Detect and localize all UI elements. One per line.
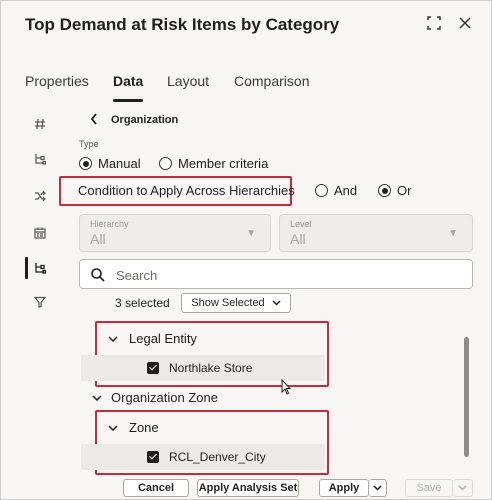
radio-member-criteria-indicator[interactable] [159, 157, 172, 170]
close-icon[interactable] [455, 13, 475, 33]
radio-manual[interactable]: Manual [79, 156, 141, 171]
chevron-down-icon[interactable] [91, 394, 103, 401]
search-input[interactable] [116, 266, 456, 284]
tab-layout[interactable]: Layout [167, 73, 209, 89]
tree-leaf-rcl-denver-city[interactable]: RCL_Denver_City [81, 444, 325, 470]
radio-and-indicator[interactable] [315, 184, 328, 197]
radio-or[interactable]: Or [378, 183, 411, 198]
hierarchy-select-label: Hierarchy [90, 219, 129, 229]
dialog-title: Top Demand at Risk Items by Category [25, 15, 340, 34]
hierarchy-select[interactable]: Hierarchy All ▼ [79, 214, 271, 252]
tree-node-organization-zone[interactable]: Organization Zone [91, 390, 218, 405]
chevron-down-icon [373, 485, 382, 491]
tab-properties[interactable]: Properties [25, 73, 89, 89]
active-tab-indicator [113, 99, 143, 102]
northlake-store-label: Northlake Store [169, 361, 253, 375]
northlake-store-checkbox[interactable] [147, 362, 159, 374]
hierarchy-select-value: All [90, 231, 106, 247]
apply-analysis-set-button[interactable]: Apply Analysis Set [197, 479, 299, 497]
radio-or-label: Or [397, 183, 412, 198]
measures-icon[interactable] [31, 115, 49, 133]
type-label: Type [79, 139, 99, 149]
rail-active-indicator [25, 257, 28, 279]
tree-node-zone[interactable]: Zone [107, 420, 159, 435]
calendar-icon[interactable] [31, 224, 49, 242]
level-select-value: All [290, 231, 306, 247]
radio-and[interactable]: And [315, 183, 357, 198]
hierarchy-icon[interactable] [31, 150, 49, 168]
tree-node-legal-entity-label: Legal Entity [129, 331, 197, 346]
dialog-header: Top Demand at Risk Items by Category [1, 1, 491, 51]
radio-member-criteria[interactable]: Member criteria [159, 156, 268, 171]
radio-manual-indicator[interactable] [79, 157, 92, 170]
show-selected-label: Show Selected [191, 297, 265, 309]
condition-label-text: Condition to Apply Across Hierarchies [78, 183, 295, 198]
save-dropdown-button[interactable] [453, 479, 473, 497]
apply-dropdown-button[interactable] [369, 479, 387, 497]
save-button[interactable]: Save [405, 479, 453, 497]
tab-comparison[interactable]: Comparison [234, 73, 309, 89]
apply-button[interactable]: Apply [319, 479, 369, 497]
shuffle-icon[interactable] [31, 187, 49, 205]
rcl-denver-city-label: RCL_Denver_City [169, 450, 266, 464]
tree-leaf-northlake-store[interactable]: Northlake Store [81, 355, 325, 381]
selected-count: 3 selected [115, 296, 170, 310]
back-chevron-icon[interactable] [89, 112, 103, 128]
level-select[interactable]: Level All ▼ [279, 214, 473, 252]
chevron-down-icon[interactable] [107, 335, 119, 342]
tab-data[interactable]: Data [113, 73, 143, 89]
maximize-icon[interactable] [424, 13, 444, 33]
radio-manual-label: Manual [98, 156, 141, 171]
radio-and-label: And [334, 183, 358, 198]
search-box[interactable] [79, 259, 473, 289]
condition-label: Condition to Apply Across Hierarchies [78, 183, 295, 198]
level-select-label: Level [290, 219, 312, 229]
tree-scrollbar[interactable] [464, 337, 469, 457]
chevron-down-icon: ▼ [246, 228, 256, 239]
tree-node-legal-entity[interactable]: Legal Entity [107, 331, 197, 346]
dialog: Top Demand at Risk Items by Category Pro… [0, 0, 492, 500]
search-icon [90, 267, 106, 283]
chevron-down-icon[interactable] [107, 424, 119, 431]
chevron-down-icon: ▼ [448, 228, 458, 239]
filter-icon[interactable] [31, 293, 49, 311]
breadcrumb-organization: Organization [111, 114, 179, 126]
tree-node-organization-zone-label: Organization Zone [111, 390, 218, 405]
rcl-denver-city-checkbox[interactable] [147, 451, 159, 463]
chevron-down-icon [458, 485, 467, 491]
cancel-button[interactable]: Cancel [123, 479, 189, 497]
organization-icon[interactable] [31, 259, 49, 277]
radio-or-indicator[interactable] [378, 184, 391, 197]
chevron-down-icon [272, 300, 281, 306]
mouse-cursor-icon [281, 378, 292, 395]
tree-node-zone-label: Zone [129, 420, 159, 435]
show-selected-button[interactable]: Show Selected [181, 293, 291, 313]
radio-member-criteria-label: Member criteria [178, 156, 269, 171]
